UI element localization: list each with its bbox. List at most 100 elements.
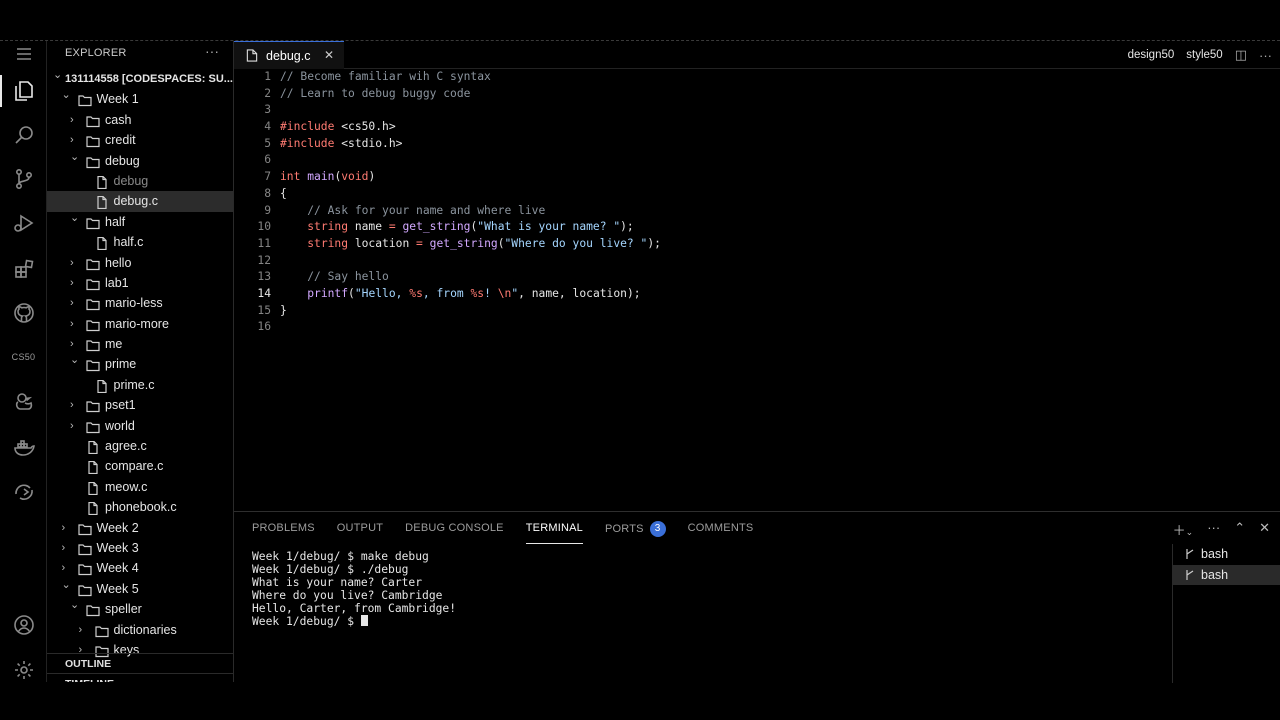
folder-item[interactable]: ⌄ speller xyxy=(47,599,233,619)
terminal-line: Week 1/debug/ $ make debug xyxy=(252,550,1152,563)
chevron-right-icon[interactable]: › xyxy=(70,273,80,293)
run-debug-icon[interactable] xyxy=(0,203,47,243)
chevron-down-icon[interactable]: ⌄ xyxy=(70,147,80,167)
tab-problems[interactable]: PROBLEMS xyxy=(252,522,315,542)
more-actions-icon[interactable]: ··· xyxy=(1259,48,1272,63)
terminal-instance[interactable]: bash xyxy=(1173,564,1280,585)
code-line[interactable]: 3 xyxy=(234,102,1280,119)
folder-item[interactable]: ⌄ Week 1 xyxy=(47,89,233,109)
timeline-section[interactable]: TIMELINE xyxy=(47,673,233,682)
outline-section[interactable]: OUTLINE xyxy=(47,653,233,673)
github-icon[interactable] xyxy=(0,293,47,333)
code-token: main xyxy=(307,170,335,184)
tree-item-label: world xyxy=(105,418,135,433)
code-line[interactable]: 5 #include <stdio.h> xyxy=(234,136,1280,153)
file-item[interactable]: debug xyxy=(47,171,233,191)
folder-item[interactable]: › Week 2 xyxy=(47,518,233,538)
folder-item[interactable]: › mario-less xyxy=(47,293,233,313)
code-line[interactable]: 14 printf("Hello, %s, from %s! \n", name… xyxy=(234,286,1280,303)
chevron-right-icon[interactable]: › xyxy=(70,395,80,415)
code-line[interactable]: 9 // Ask for your name and where live xyxy=(234,203,1280,220)
cs50-icon[interactable]: CS50 xyxy=(0,337,47,377)
file-item[interactable]: meow.c xyxy=(47,477,233,497)
tab-debug-console[interactable]: DEBUG CONSOLE xyxy=(405,522,504,542)
folder-item[interactable]: › dictionaries xyxy=(47,620,233,640)
code-line[interactable]: 2 // Learn to debug buggy code xyxy=(234,86,1280,103)
code-line[interactable]: 15} xyxy=(234,303,1280,320)
code-line[interactable]: 12 xyxy=(234,253,1280,270)
file-item[interactable]: agree.c xyxy=(47,436,233,456)
folder-item[interactable]: › world xyxy=(47,416,233,436)
folder-open-icon xyxy=(77,93,92,107)
folder-item[interactable]: ⌄ debug xyxy=(47,151,233,171)
folder-item[interactable]: › Week 3 xyxy=(47,538,233,558)
docker-icon[interactable] xyxy=(0,428,47,468)
chevron-right-icon[interactable]: › xyxy=(70,416,80,436)
file-item[interactable]: compare.c xyxy=(47,456,233,476)
chevron-right-icon[interactable]: › xyxy=(70,314,80,334)
chevron-right-icon[interactable]: › xyxy=(79,620,89,640)
line-number: 11 xyxy=(257,236,271,250)
file-item[interactable]: prime.c xyxy=(47,375,233,395)
folder-item[interactable]: › cash xyxy=(47,110,233,130)
chevron-down-icon[interactable]: ⌄ xyxy=(70,350,80,370)
more-actions-icon[interactable]: ··· xyxy=(1207,520,1220,539)
chevron-right-icon[interactable]: › xyxy=(70,253,80,273)
extensions-icon[interactable] xyxy=(0,249,47,289)
chevron-down-icon[interactable]: ⌄ xyxy=(53,65,63,85)
chevron-down-icon[interactable]: ⌄ xyxy=(70,208,80,228)
tab-debug-c[interactable]: debug.c ✕ xyxy=(234,41,344,69)
folder-item[interactable]: › lab1 xyxy=(47,273,233,293)
code-line[interactable]: 10 string name = get_string("What is you… xyxy=(234,219,1280,236)
line-number: 1 xyxy=(264,70,271,83)
code-line[interactable]: 8{ xyxy=(234,186,1280,203)
gear-icon[interactable] xyxy=(0,650,47,690)
folder-item[interactable]: › mario-more xyxy=(47,314,233,334)
folder-item[interactable]: › hello xyxy=(47,253,233,273)
folder-item[interactable]: ⌄ half xyxy=(47,212,233,232)
close-icon[interactable]: ✕ xyxy=(324,48,334,62)
more-actions-icon[interactable]: ··· xyxy=(205,43,219,59)
workspace-root[interactable]: ⌄ 131114558 [CODESPACES: SU... xyxy=(47,69,233,89)
remote-explorer-icon[interactable] xyxy=(0,472,47,512)
terminal-output[interactable]: Week 1/debug/ $ make debug Week 1/debug/ … xyxy=(252,550,1152,628)
split-editor-icon[interactable]: ◫ xyxy=(1235,47,1247,63)
tab-terminal[interactable]: TERMINAL xyxy=(525,522,584,544)
close-panel-icon[interactable]: ✕ xyxy=(1259,520,1270,539)
code-line[interactable]: 1 // Become familiar wih C syntax xyxy=(234,69,1280,86)
menu-icon[interactable] xyxy=(0,34,47,74)
code-line[interactable]: 11 string location = get_string("Where d… xyxy=(234,236,1280,253)
folder-item[interactable]: › Week 4 xyxy=(47,558,233,578)
folder-item[interactable]: › pset1 xyxy=(47,395,233,415)
chevron-right-icon[interactable]: › xyxy=(70,293,80,313)
chevron-down-icon[interactable]: ⌄ xyxy=(62,575,72,595)
file-item[interactable]: half.c xyxy=(47,232,233,252)
code-editor[interactable]: 1 // Become familiar wih C syntax 2 // Lear… xyxy=(234,69,1280,336)
chevron-down-icon[interactable]: ⌄ xyxy=(70,595,80,615)
duck-icon[interactable] xyxy=(0,382,47,422)
chevron-right-icon[interactable]: › xyxy=(62,518,72,538)
chevron-down-icon[interactable]: ⌄ xyxy=(62,85,72,105)
code-line[interactable]: 7 int main(void) xyxy=(234,169,1280,186)
code-line[interactable]: 4 #include <cs50.h> xyxy=(234,119,1280,136)
code-line[interactable]: 16 xyxy=(234,319,1280,336)
terminal-instance[interactable]: bash xyxy=(1173,544,1280,565)
chevron-right-icon[interactable]: › xyxy=(62,538,72,558)
code-line[interactable]: 6 xyxy=(234,152,1280,169)
style50-button[interactable]: style50 xyxy=(1186,49,1222,61)
tab-output[interactable]: OUTPUT xyxy=(337,522,383,542)
folder-item[interactable]: ⌄ prime xyxy=(47,354,233,374)
design50-button[interactable]: design50 xyxy=(1128,49,1175,61)
maximize-panel-icon[interactable]: ⌃ xyxy=(1234,520,1245,539)
file-item[interactable]: phonebook.c xyxy=(47,497,233,517)
account-icon[interactable] xyxy=(0,605,47,645)
search-icon[interactable] xyxy=(0,115,47,155)
source-control-icon[interactable] xyxy=(0,159,47,199)
files-icon[interactable] xyxy=(0,71,47,111)
new-terminal-icon[interactable]: ＋⌄ xyxy=(1173,520,1194,539)
tab-comments[interactable]: COMMENTS xyxy=(688,522,754,542)
chevron-right-icon[interactable]: › xyxy=(70,110,80,130)
code-line[interactable]: 13 // Say hello xyxy=(234,269,1280,286)
tab-ports[interactable]: PORTS 3 xyxy=(605,521,666,542)
tree-item-label: cash xyxy=(105,112,132,127)
